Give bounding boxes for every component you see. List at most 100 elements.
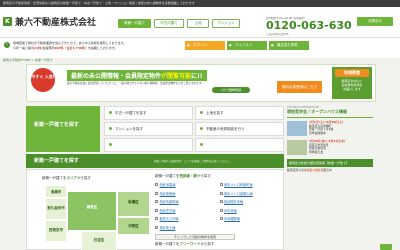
local-info-card: 地域密着 練馬区を中心に 最新物件情報を お届けします bbox=[332, 67, 372, 99]
category-sell-consult[interactable]: 不動産の売却相談を行う bbox=[195, 122, 284, 136]
ward-suginami[interactable]: 杉並区 bbox=[81, 231, 117, 250]
line-item[interactable]: JR武蔵野線 bbox=[219, 216, 281, 221]
line-label: JR中央線 bbox=[224, 208, 237, 213]
event-photo[interactable] bbox=[287, 121, 307, 136]
category-land[interactable]: 土地を探す bbox=[195, 106, 284, 120]
line-label: 東京メトロ副都心線 bbox=[224, 191, 253, 196]
checkbox[interactable] bbox=[219, 183, 223, 186]
checkbox[interactable] bbox=[155, 225, 158, 229]
ward-higashikurume[interactable]: 東久留米市 bbox=[45, 198, 67, 220]
main-nav: 新築一戸建て 中古戸建て 土地 マンション bbox=[118, 19, 240, 28]
line-item[interactable]: 西武有楽町線 bbox=[155, 199, 216, 204]
banner-description: 兼六不動産会員に会員登録していただくと、一般公開されていない未公開情報・会員限定… bbox=[67, 82, 204, 85]
line-search: 新築一戸建てを西武線・駅から探す 西武池袋線 西武新宿線 西武有楽町線 西武豊島… bbox=[155, 174, 280, 247]
banner-title: 最新の未公開情報・会員限定物件が閲覧可能に!! bbox=[67, 70, 207, 81]
section-note: 新築一戸建ての検索条件・エリアを選択して物件をお探しください。 bbox=[154, 160, 232, 163]
line-item[interactable]: 東京メトロ副都心線 bbox=[219, 191, 281, 196]
checkbox[interactable] bbox=[155, 217, 158, 220]
checkbox[interactable] bbox=[155, 200, 158, 203]
checkbox[interactable] bbox=[219, 191, 223, 195]
checkbox[interactable] bbox=[219, 217, 223, 220]
notice-mid: /会員限定 bbox=[41, 46, 55, 50]
line-item[interactable]: 都営大江戸線 bbox=[155, 216, 216, 221]
freeword-keyword: フリーワード bbox=[179, 242, 201, 246]
ward-kiyose[interactable]: 清瀬市 bbox=[45, 185, 67, 198]
site-logo[interactable]: K 兼六不動産株式会社 bbox=[3, 15, 96, 28]
nav-new-house[interactable]: 新築一戸建て bbox=[118, 19, 151, 28]
event-item[interactable]: 7月28日(金)〜8月31日(木) 西東京市東伏見 新築分譲住宅 現地販売会 bbox=[287, 139, 373, 155]
sidebar: THE NEWS INFORMATION 現地見学会 / オープンハウス情報 7… bbox=[287, 106, 373, 250]
section-title: 新築一戸建てを探す bbox=[34, 158, 79, 164]
join-now-badge: 今すぐ 入会! bbox=[31, 68, 55, 92]
area-heading-prefix: 新築一戸建てを bbox=[42, 176, 67, 180]
line-item[interactable]: 西武豊島線 bbox=[155, 208, 216, 213]
line-heading-prefix: 新築一戸建てを bbox=[155, 174, 180, 178]
event-info: 7月1日(土)〜9月30日(土) 練馬区大泉学園町 新築一戸建て全4棟 見学会開… bbox=[309, 120, 343, 136]
checkbox[interactable] bbox=[155, 183, 158, 186]
line-item[interactable]: 東京メトロ有楽町線 bbox=[219, 182, 281, 187]
checkbox[interactable] bbox=[219, 200, 223, 203]
checkbox[interactable] bbox=[155, 208, 158, 212]
event-text: 練馬区大泉学園町 新築一戸建て全4棟 見学会開催中 bbox=[309, 123, 334, 136]
area-search-heading: 新築一戸建てをエリアから探す bbox=[42, 176, 91, 181]
side-note[interactable]: 練馬区南大泉の新築分譲住宅販売中 bbox=[287, 168, 373, 173]
count-member: 909件 bbox=[54, 46, 64, 50]
ward-nakano[interactable]: 中野区 bbox=[117, 217, 150, 235]
area-heading-suffix: から探す bbox=[76, 176, 91, 180]
contact-button[interactable]: お問合せ bbox=[357, 17, 393, 26]
line-columns: 西武池袋線 西武新宿線 西武有楽町線 西武豊島線 都営大江戸線 東武東上線 東京… bbox=[155, 182, 280, 233]
line-item[interactable]: 西武国分寺線 bbox=[219, 199, 281, 204]
local-info-desc: 練馬区を中心に 最新物件情報を お届けします bbox=[341, 79, 363, 91]
phone-number[interactable]: 0120-063-630 bbox=[266, 20, 352, 32]
line-item[interactable]: JR中央線 bbox=[219, 208, 281, 213]
breadcrumb[interactable]: 練馬の不動産HOME ＞ 新築一戸建て bbox=[3, 58, 53, 62]
search-panel: 新築一戸建てをエリアから探す 清瀬市 東久留米市 練馬区 板橋区 西東京市 中野… bbox=[26, 169, 284, 250]
banner-title-highlight: が閲覧可能 bbox=[161, 73, 192, 80]
mylist-button[interactable]: マイリスト bbox=[227, 41, 267, 50]
line-label: 都営大江戸線 bbox=[159, 217, 179, 221]
quick-register-pill: 1分で簡単登録 bbox=[212, 87, 250, 93]
line-label: 東京メトロ有楽町線 bbox=[224, 183, 253, 187]
line-search-heading: 新築一戸建てを西武線・駅から探す bbox=[155, 174, 280, 179]
checkbox[interactable] bbox=[219, 208, 223, 212]
main-content: 新築一戸建てを探す 中古一戸建てを探す 土地を探す マンションを探す 不動産の売… bbox=[26, 106, 284, 250]
checkbox[interactable] bbox=[155, 191, 158, 195]
free-register-button[interactable]: 無料会員登録はこちら bbox=[277, 81, 322, 93]
nav-used-house[interactable]: 中古戸建て bbox=[154, 19, 184, 28]
member-banner[interactable]: 今すぐ 入会! 最新の未公開情報・会員限定物件が閲覧可能に!! 兼六不動産会員に… bbox=[26, 64, 376, 102]
ward-nishitokyo[interactable]: 西東京市 bbox=[45, 220, 67, 242]
line-label: 西武新宿線 bbox=[159, 191, 176, 196]
contact-info: 受付時間 9:00〜20:00 (年中無休) 0120-063-630 ご来店予… bbox=[266, 16, 352, 36]
line-heading-keyword: 西武線・駅 bbox=[179, 174, 197, 178]
line-item[interactable]: 東武東上線 bbox=[155, 225, 216, 230]
event-photo[interactable] bbox=[287, 140, 307, 155]
nav-mansion[interactable]: マンション bbox=[212, 19, 240, 28]
area-map: 清瀬市 東久留米市 練馬区 板橋区 西東京市 中野区 杉並区 bbox=[45, 185, 150, 250]
line-item[interactable]: 西武新宿線 bbox=[155, 191, 216, 196]
banner-title-main: 最新の未公開情報・会員限定物件 bbox=[71, 73, 162, 80]
new-house-info-link[interactable]: 練馬区の新築分譲住宅情報【新築一戸建て】 bbox=[287, 159, 373, 167]
ward-itabashi[interactable]: 板橋区 bbox=[117, 191, 150, 217]
nav-land[interactable]: 土地 bbox=[187, 19, 209, 28]
notice-prefix: 今年一般公開済 bbox=[13, 46, 35, 50]
line-label: 西武国分寺線 bbox=[224, 200, 244, 204]
line-item[interactable]: 西武池袋線 bbox=[155, 182, 216, 187]
line-label: 東武東上線 bbox=[159, 225, 176, 230]
freeword-search-heading: 新築一戸建てをフリーワードから探す bbox=[155, 242, 280, 247]
line-label: 西武有楽町線 bbox=[159, 200, 179, 204]
scroll-top-button[interactable] bbox=[380, 244, 392, 250]
event-item[interactable]: 7月1日(土)〜9月30日(土) 練馬区大泉学園町 新築一戸建て全4棟 見学会開… bbox=[287, 120, 373, 136]
category-mansion[interactable]: マンションを探す bbox=[104, 122, 193, 136]
recently-viewed-button[interactable]: 最近見た物件 bbox=[269, 41, 309, 50]
login-button[interactable]: ログイン bbox=[185, 41, 225, 50]
phone-note: ご来店予約も受付中 bbox=[266, 33, 289, 36]
section-header: 新築一戸建てを探す 新築一戸建ての検索条件・エリアを選択して物件をお探しください… bbox=[26, 154, 284, 168]
line-search-button[interactable]: チェックした沿線の物件を検索 bbox=[155, 234, 235, 240]
line-column-1: 西武池袋線 西武新宿線 西武有楽町線 西武豊島線 都営大江戸線 東武東上線 bbox=[155, 182, 216, 233]
ward-nerima[interactable]: 練馬区 bbox=[67, 191, 117, 231]
side-note-prefix: 練馬区南大泉の bbox=[287, 168, 307, 172]
category-used-house[interactable]: 中古一戸建てを探す bbox=[104, 106, 193, 120]
info-icon: ! bbox=[4, 42, 10, 48]
category-head[interactable]: 新築一戸建てを探す bbox=[26, 106, 100, 152]
event-info: 7月28日(金)〜8月31日(木) 西東京市東伏見 新築分譲住宅 現地販売会 bbox=[309, 139, 345, 155]
